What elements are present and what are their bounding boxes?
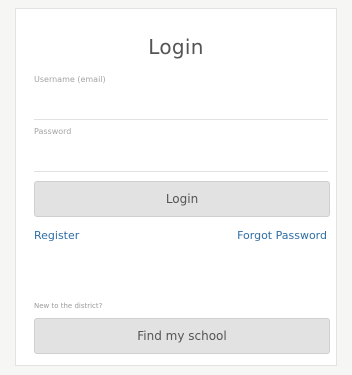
login-title: Login	[148, 35, 204, 59]
password-label: Password	[34, 127, 72, 136]
login-card: Login Username (email) Password Login Re…	[15, 8, 337, 366]
register-link[interactable]: Register	[34, 229, 79, 242]
login-button[interactable]: Login	[34, 181, 330, 217]
username-input[interactable]	[34, 99, 328, 117]
password-underline	[34, 171, 328, 172]
new-user-hint: New to the district?	[34, 302, 103, 310]
forgot-password-link[interactable]: Forgot Password	[237, 229, 327, 242]
password-input[interactable]	[34, 151, 328, 169]
username-underline	[34, 119, 328, 120]
find-school-button[interactable]: Find my school	[34, 318, 330, 354]
username-label: Username (email)	[34, 75, 106, 84]
